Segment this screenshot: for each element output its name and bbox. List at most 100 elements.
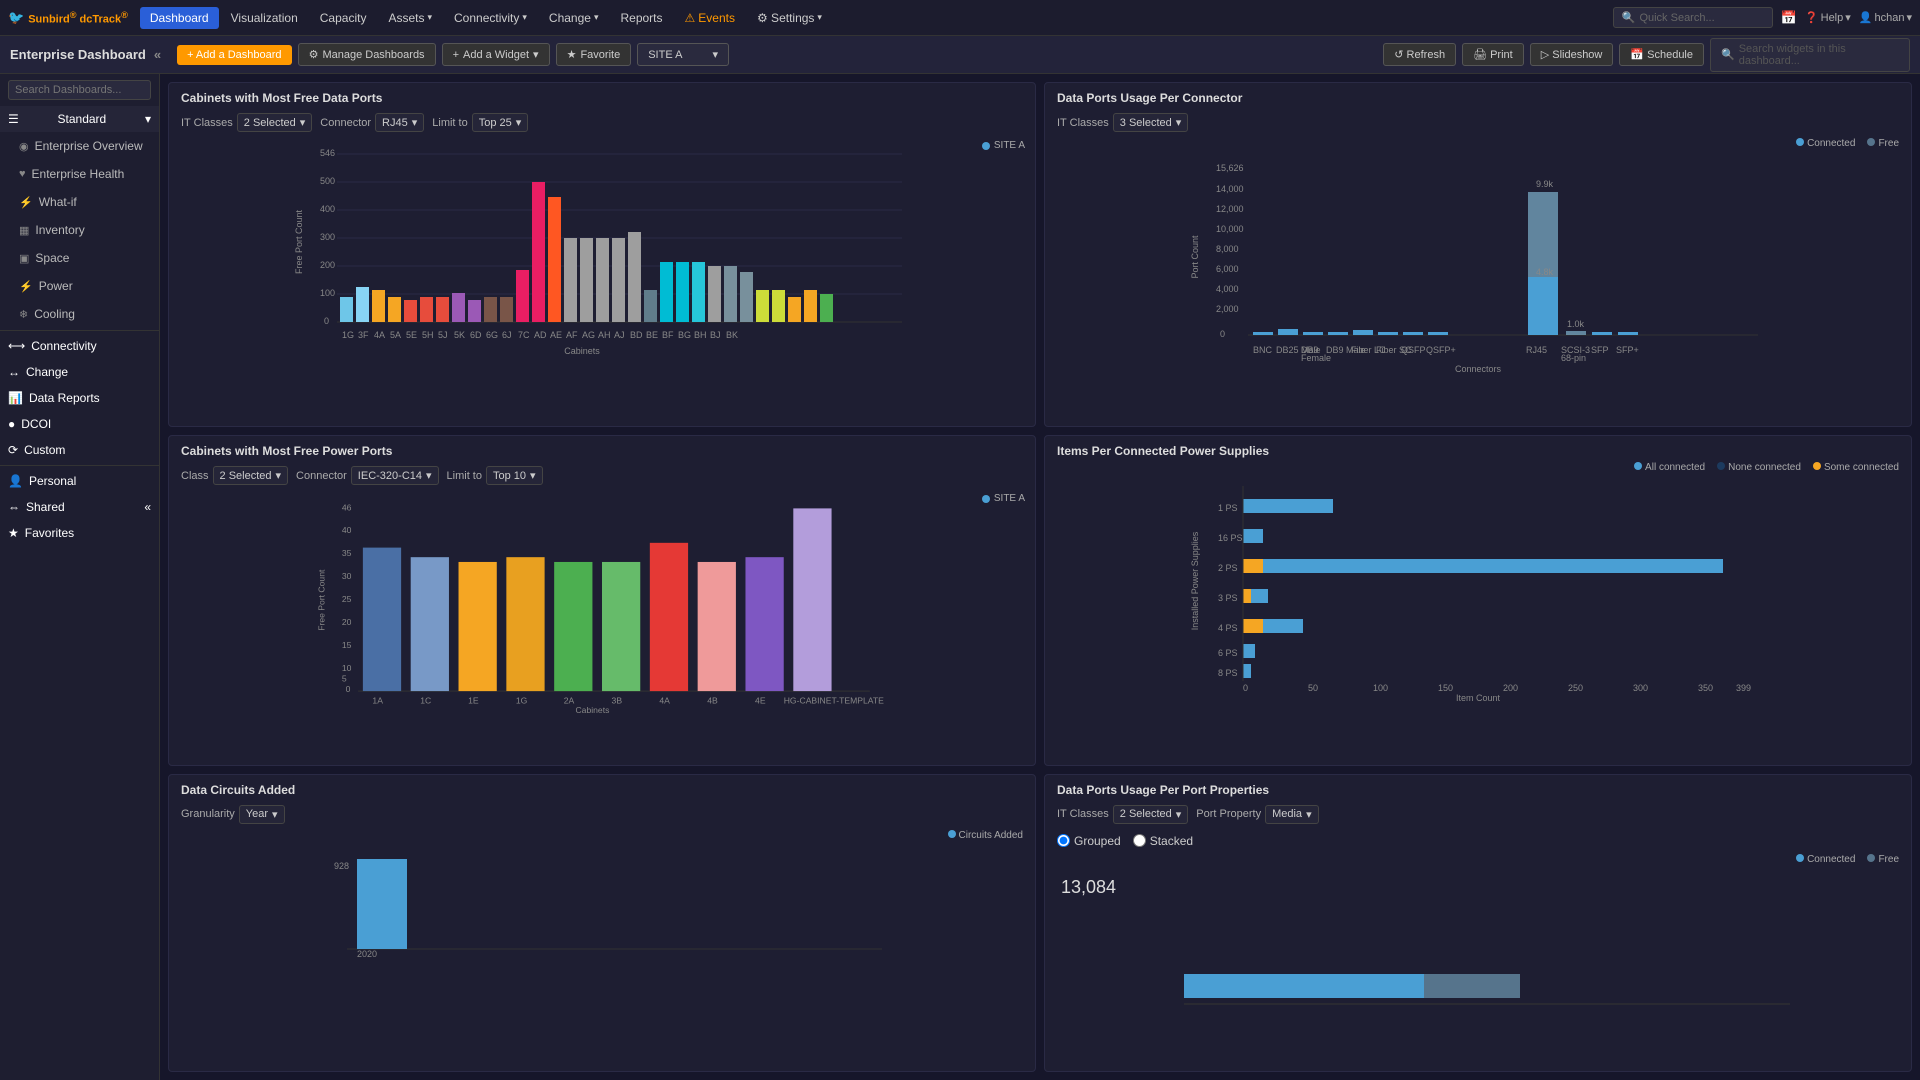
- sidebar-item-cooling[interactable]: ❄ Cooling: [0, 300, 159, 328]
- sidebar-item-change[interactable]: ↔ Change: [0, 359, 159, 385]
- svg-text:6J: 6J: [502, 330, 512, 340]
- widget5-granularity: Granularity Year ▾: [181, 805, 285, 824]
- nav-change[interactable]: Change ▾: [539, 7, 609, 29]
- page-title: Enterprise Dashboard «: [10, 47, 161, 62]
- widget6-it-classes-select[interactable]: 2 Selected ▾: [1113, 805, 1189, 824]
- schedule-button[interactable]: 📅 Schedule: [1619, 43, 1704, 66]
- sidebar-item-enterprise-overview[interactable]: ◉ Enterprise Overview: [0, 132, 159, 160]
- manage-dashboards-button[interactable]: ⚙ Manage Dashboards: [298, 43, 436, 66]
- widget3-limit-select[interactable]: Top 10 ▾: [486, 466, 543, 485]
- widget3-connector-select[interactable]: IEC-320-C14 ▾: [351, 466, 439, 485]
- widget6-header: Data Ports Usage Per Port Properties: [1045, 775, 1911, 801]
- widget4-chart: 1 PS 16 PS 2 PS 3 PS 4 PS 6 PS 8 PS 0 50…: [1053, 481, 1903, 701]
- user-button[interactable]: 👤 hchan ▾: [1859, 11, 1912, 24]
- svg-text:6 PS: 6 PS: [1218, 648, 1238, 658]
- star-icon: ★: [567, 48, 577, 61]
- widget2-it-classes: IT Classes 3 Selected ▾: [1057, 113, 1188, 132]
- app-logo: 🐦 Sunbird® dcTrack®: [8, 10, 128, 26]
- widget5-granularity-select[interactable]: Year ▾: [239, 805, 285, 824]
- sidebar-search-input[interactable]: [8, 80, 151, 100]
- widget-search[interactable]: 🔍 Search widgets in this dashboard...: [1710, 38, 1910, 72]
- svg-text:50: 50: [1308, 683, 1318, 693]
- nav-events[interactable]: ⚠ Events: [675, 7, 745, 29]
- stacked-radio-label[interactable]: Stacked: [1133, 834, 1193, 848]
- svg-text:QSFP+: QSFP+: [1426, 345, 1456, 355]
- sidebar-item-shared[interactable]: ⇔ Shared «: [0, 494, 159, 520]
- sidebar-item-power[interactable]: ⚡ Power: [0, 272, 159, 300]
- svg-text:Cabinets: Cabinets: [564, 346, 600, 356]
- grouped-radio[interactable]: [1057, 834, 1070, 847]
- widget5-body: 928 2020: [169, 845, 1035, 977]
- nav-assets[interactable]: Assets ▾: [378, 7, 442, 29]
- sidebar-collapse-button[interactable]: «: [154, 47, 161, 62]
- widget2-it-classes-select[interactable]: 3 Selected ▾: [1113, 113, 1189, 132]
- svg-text:200: 200: [320, 260, 335, 270]
- svg-text:3 PS: 3 PS: [1218, 593, 1238, 603]
- svg-text:400: 400: [320, 204, 335, 214]
- svg-text:5J: 5J: [438, 330, 448, 340]
- nav-dashboard[interactable]: Dashboard: [140, 7, 219, 29]
- cooling-icon: ❄: [19, 308, 28, 321]
- standard-section-header[interactable]: ☰ Standard ▾: [0, 106, 159, 132]
- svg-text:Cabinets: Cabinets: [575, 705, 609, 715]
- site-selector[interactable]: SITE A ▾: [637, 43, 729, 66]
- nav-connectivity[interactable]: Connectivity ▾: [444, 7, 537, 29]
- nav-capacity[interactable]: Capacity: [310, 7, 377, 29]
- circuits-dot: [948, 830, 956, 838]
- widget3-header: Cabinets with Most Free Power Ports: [169, 436, 1035, 462]
- widget6-port-property-select[interactable]: Media ▾: [1265, 805, 1319, 824]
- svg-text:4.8k: 4.8k: [1536, 267, 1554, 277]
- widget1-connector-select[interactable]: RJ45 ▾: [375, 113, 424, 132]
- svg-text:8,000: 8,000: [1216, 244, 1239, 254]
- nav-settings[interactable]: ⚙ Settings ▾: [747, 7, 832, 29]
- svg-text:15,626: 15,626: [1216, 163, 1244, 173]
- widget2-title: Data Ports Usage Per Connector: [1057, 91, 1242, 105]
- svg-text:4A: 4A: [374, 330, 385, 340]
- calendar-icon[interactable]: 📅: [1781, 10, 1797, 26]
- widget6-port-property: Port Property Media ▾: [1196, 805, 1318, 824]
- widget3-class-select[interactable]: 2 Selected ▾: [213, 466, 289, 485]
- widget1-limit-select[interactable]: Top 25 ▾: [472, 113, 529, 132]
- sidebar-item-personal[interactable]: 👤 Personal: [0, 468, 159, 494]
- chevron-down-icon: ▾: [516, 116, 522, 129]
- svg-text:6G: 6G: [486, 330, 498, 340]
- nav-visualization[interactable]: Visualization: [221, 7, 308, 29]
- widget1-body: SITE A 546 500 400 300 200 100 0: [169, 138, 1035, 370]
- grouped-radio-label[interactable]: Grouped: [1057, 834, 1121, 848]
- help-button[interactable]: ❓ Help ▾: [1805, 11, 1851, 24]
- svg-text:SFP+: SFP+: [1616, 345, 1639, 355]
- slideshow-button[interactable]: ▷ ▷ SlideshowSlideshow: [1530, 43, 1614, 66]
- dashboard-content: Cabinets with Most Free Data Ports IT Cl…: [160, 74, 1920, 1080]
- sidebar-item-inventory[interactable]: ▦ Inventory: [0, 216, 159, 244]
- chevron-down-icon: ▾: [412, 116, 418, 129]
- sidebar-item-connectivity[interactable]: ⟷ Connectivity: [0, 333, 159, 359]
- sidebar-item-space[interactable]: ▣ Space: [0, 244, 159, 272]
- widget1-it-classes-select[interactable]: 2 Selected ▾: [237, 113, 313, 132]
- overview-icon: ◉: [19, 140, 29, 153]
- sidebar-item-favorites[interactable]: ★ Favorites: [0, 520, 159, 546]
- svg-text:25: 25: [342, 594, 352, 604]
- nav-reports[interactable]: Reports: [610, 7, 672, 29]
- add-dashboard-button[interactable]: + Add a Dashboard: [177, 45, 292, 65]
- sidebar-item-custom[interactable]: ⟳ Custom: [0, 437, 159, 463]
- svg-text:350: 350: [1698, 683, 1713, 693]
- svg-text:1C: 1C: [420, 696, 431, 706]
- refresh-button[interactable]: ↺ ↺ RefreshRefresh: [1383, 43, 1456, 66]
- svg-text:15: 15: [342, 640, 352, 650]
- free-dot: [1867, 854, 1875, 862]
- svg-text:5: 5: [342, 674, 347, 684]
- favorite-button[interactable]: ★ ★ Favorite Favorite: [556, 43, 632, 66]
- add-widget-button[interactable]: + Add a Widget ▾: [442, 43, 550, 66]
- sidebar-item-enterprise-health[interactable]: ♥ Enterprise Health: [0, 160, 159, 188]
- sidebar-item-what-if[interactable]: ⚡ What-if: [0, 188, 159, 216]
- print-button[interactable]: 🖨 Print: [1462, 43, 1524, 66]
- sidebar-item-data-reports[interactable]: 📊 Data Reports: [0, 385, 159, 411]
- svg-text:6,000: 6,000: [1216, 264, 1239, 274]
- chevron-down-icon: ▾: [712, 48, 718, 61]
- sidebar-item-dcoi[interactable]: ● DCOI: [0, 411, 159, 437]
- widget3-controls: Class 2 Selected ▾ Connector IEC-320-C14…: [169, 462, 1035, 491]
- global-search[interactable]: 🔍 Quick Search...: [1613, 7, 1773, 28]
- stacked-radio[interactable]: [1133, 834, 1146, 847]
- widget3-limit: Limit to Top 10 ▾: [447, 466, 543, 485]
- widget2-controls: IT Classes 3 Selected ▾: [1045, 109, 1911, 138]
